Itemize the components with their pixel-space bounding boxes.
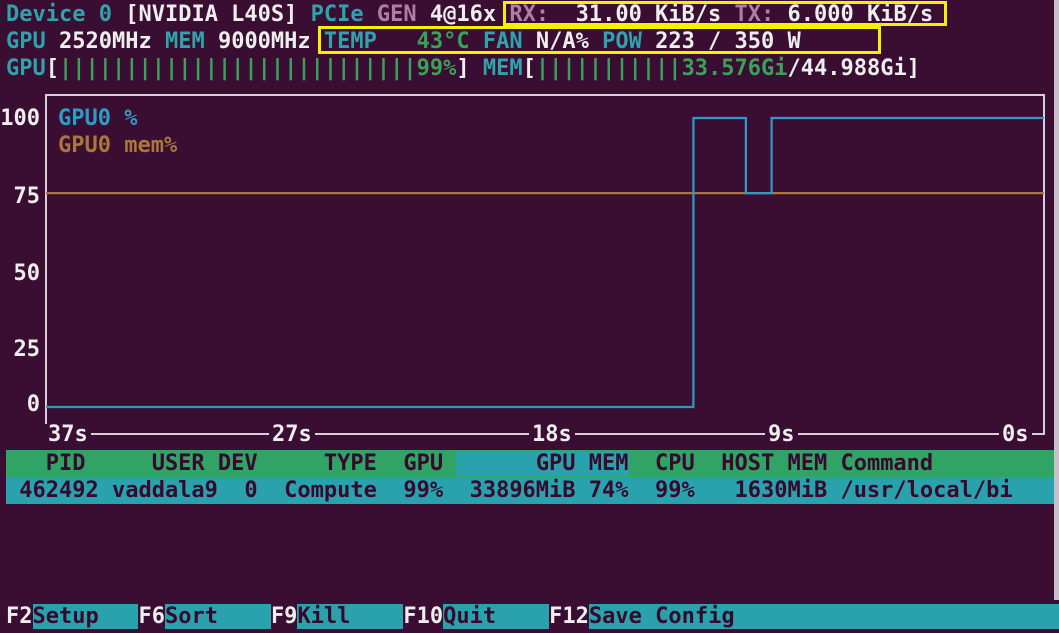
utilization-chart: 100 75 50 25 0 37s 27s 18s 9s 0s GPU0 % …	[0, 0, 1059, 633]
chart-y-tick-0: 0	[27, 392, 40, 417]
fkey-quit-button[interactable]: Quit	[443, 604, 549, 629]
chart-x-tick-37s: 37s	[48, 422, 88, 447]
fkey-save-config-button[interactable]: Save Config	[589, 604, 1059, 629]
header-row-text: PID USER DEV TYPE GPU GPU MEM CPU HOST M…	[6, 450, 933, 477]
terminal-scrollbar[interactable]	[1054, 0, 1059, 600]
header-right-columns: CPU HOST MEM Command	[629, 451, 934, 476]
fkey-f2[interactable]: F2	[6, 604, 33, 629]
chart-x-tick-18s: 18s	[532, 422, 572, 447]
process-row[interactable]: 462492 vaddala9 0 Compute 99% 33896MiB 7…	[0, 477, 1059, 504]
chart-y-tick-50: 50	[14, 261, 41, 286]
fkey-f10[interactable]: F10	[403, 604, 443, 629]
fkey-f6[interactable]: F6	[138, 604, 165, 629]
header-left-columns: PID USER DEV TYPE GPU	[6, 451, 456, 476]
chart-x-tick-27s: 27s	[272, 422, 312, 447]
fkey-setup-button[interactable]: Setup	[33, 604, 139, 629]
header-gpu-mem-column: GPU MEM	[456, 451, 628, 476]
chart-x-tick-0s: 0s	[1002, 422, 1029, 447]
nvtop-terminal: { "colors": { "bg": "#3a0d33", "fg": "#e…	[0, 0, 1059, 633]
chart-x-tick-9s: 9s	[768, 422, 795, 447]
fkey-f12[interactable]: F12	[549, 604, 589, 629]
fkey-kill-button[interactable]: Kill	[297, 604, 403, 629]
fkey-sort-button[interactable]: Sort	[165, 604, 271, 629]
fkey-bar: F2Setup F6Sort F9Kill F10Quit F12Save Co…	[0, 603, 1059, 630]
chart-y-tick-25: 25	[14, 337, 41, 362]
fkey-f9[interactable]: F9	[271, 604, 298, 629]
chart-y-tick-100: 100	[0, 106, 40, 131]
process-row-text: 462492 vaddala9 0 Compute 99% 33896MiB 7…	[6, 477, 1013, 504]
chart-legend-gpu-mem: GPU0 mem%	[58, 133, 178, 158]
chart-legend-gpu-percent: GPU0 %	[58, 106, 138, 131]
gpu-utilization-line	[46, 118, 1044, 407]
chart-y-tick-75: 75	[14, 184, 41, 209]
process-table-header: PID USER DEV TYPE GPU GPU MEM CPU HOST M…	[0, 450, 1059, 477]
chart-plot-border	[46, 95, 1044, 434]
